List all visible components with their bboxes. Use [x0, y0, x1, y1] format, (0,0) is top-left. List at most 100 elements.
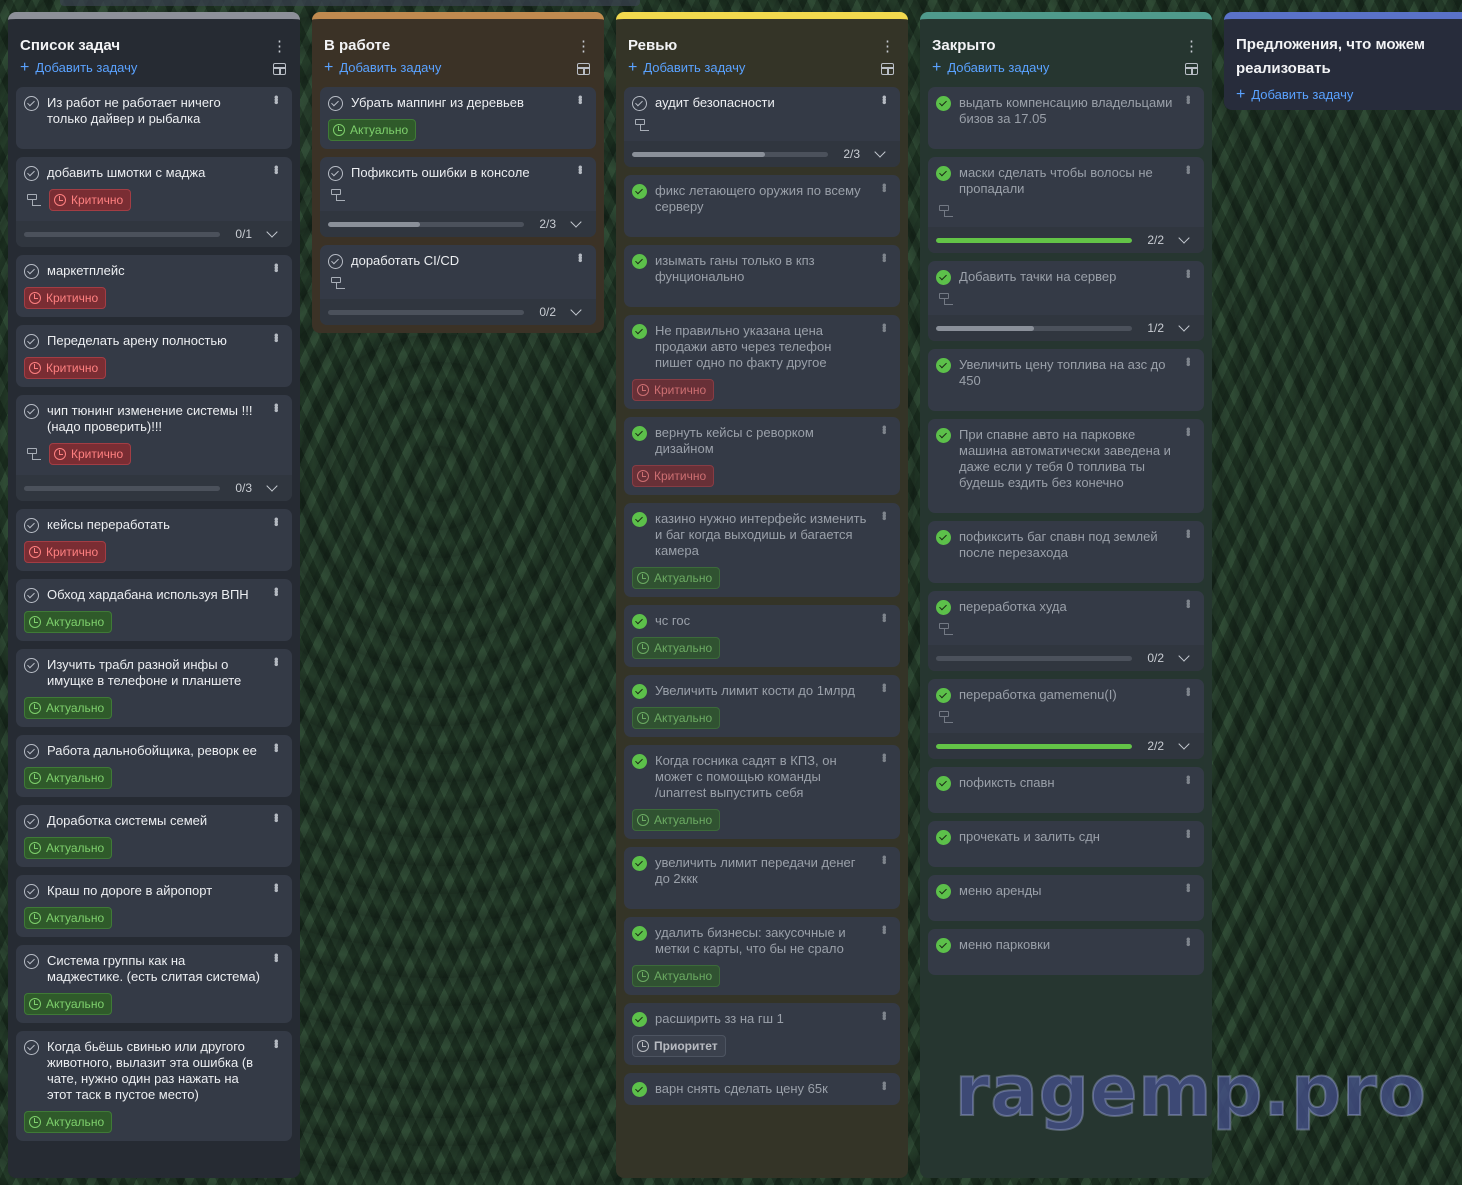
complete-checkbox-icon[interactable] [24, 588, 39, 603]
layout-icon[interactable] [881, 63, 894, 75]
card-menu-icon[interactable]: ••• [1181, 357, 1196, 365]
task-card[interactable]: доработать CI/CD ••• 0/2 [320, 245, 596, 325]
task-card[interactable]: добавить шмотки с маджа ••• Критично 0/1 [16, 157, 292, 247]
chevron-down-icon[interactable] [1178, 738, 1190, 750]
complete-checkbox-icon[interactable] [632, 1082, 647, 1097]
task-card[interactable]: фикс летающего оружия по всему серверу ••… [624, 175, 900, 237]
task-card[interactable]: расширить зз на гш 1 ••• Приоритет [624, 1003, 900, 1065]
card-menu-icon[interactable]: ••• [877, 855, 892, 863]
complete-checkbox-icon[interactable] [328, 166, 343, 181]
priority-badge[interactable]: Актуально [632, 707, 721, 729]
complete-checkbox-icon[interactable] [24, 1040, 39, 1055]
layout-icon[interactable] [273, 63, 286, 75]
task-card[interactable]: меню аренды ••• [928, 875, 1204, 921]
priority-badge[interactable]: Актуально [632, 637, 721, 659]
complete-checkbox-icon[interactable] [936, 938, 951, 953]
card-menu-icon[interactable]: ••• [877, 925, 892, 933]
task-card[interactable]: варн снять сделать цену 65к ••• [624, 1073, 900, 1105]
card-menu-icon[interactable]: ••• [877, 95, 892, 103]
task-card[interactable]: Из работ не работает ничего только дайве… [16, 87, 292, 149]
card-menu-icon[interactable]: ••• [877, 1011, 892, 1019]
priority-badge[interactable]: Актуально [24, 907, 113, 929]
card-menu-icon[interactable]: ••• [269, 95, 284, 103]
task-card[interactable]: переработка gamemenu(I) ••• 2/2 [928, 679, 1204, 759]
task-card[interactable]: пофиксить баг спавн под землей после пер… [928, 521, 1204, 583]
card-menu-icon[interactable]: ••• [573, 253, 588, 261]
task-card[interactable]: Убрать маппинг из деревьев ••• Актуально [320, 87, 596, 149]
priority-badge[interactable]: Актуально [24, 611, 113, 633]
task-card[interactable]: Увеличить лимит кости до 1млрд ••• Актуаль… [624, 675, 900, 737]
card-menu-icon[interactable]: ••• [269, 587, 284, 595]
card-menu-icon[interactable]: ••• [1181, 599, 1196, 607]
task-card[interactable]: аудит безопасности ••• 2/3 [624, 87, 900, 167]
task-card[interactable]: Переделать арену полностью ••• Критично [16, 325, 292, 387]
card-menu-icon[interactable]: ••• [269, 953, 284, 961]
card-menu-icon[interactable]: ••• [269, 743, 284, 751]
card-menu-icon[interactable]: ••• [269, 333, 284, 341]
priority-badge[interactable]: Критично [49, 189, 132, 211]
card-menu-icon[interactable]: ••• [1181, 775, 1196, 783]
complete-checkbox-icon[interactable] [632, 926, 647, 941]
card-menu-icon[interactable]: ••• [1181, 829, 1196, 837]
complete-checkbox-icon[interactable] [936, 166, 951, 181]
card-menu-icon[interactable]: ••• [269, 883, 284, 891]
complete-checkbox-icon[interactable] [936, 358, 951, 373]
task-card[interactable]: Обход хардабана используя ВПН ••• Актуальн… [16, 579, 292, 641]
priority-badge[interactable]: Критично [49, 443, 132, 465]
complete-checkbox-icon[interactable] [936, 830, 951, 845]
priority-badge[interactable]: Критично [632, 379, 715, 401]
complete-checkbox-icon[interactable] [632, 1012, 647, 1027]
task-card[interactable]: пофикcть спавн ••• [928, 767, 1204, 813]
priority-badge[interactable]: Критично [632, 465, 715, 487]
priority-badge[interactable]: Актуально [632, 809, 721, 831]
add-task-button[interactable]: + Добавить задачу [20, 60, 290, 76]
complete-checkbox-icon[interactable] [24, 404, 39, 419]
add-task-button[interactable]: + Добавить задачу [628, 60, 898, 76]
task-card[interactable]: прочекать и залить сдн ••• [928, 821, 1204, 867]
card-menu-icon[interactable]: ••• [269, 657, 284, 665]
card-menu-icon[interactable]: ••• [877, 683, 892, 691]
priority-badge[interactable]: Актуально [24, 697, 113, 719]
complete-checkbox-icon[interactable] [24, 96, 39, 111]
complete-checkbox-icon[interactable] [632, 754, 647, 769]
complete-checkbox-icon[interactable] [632, 254, 647, 269]
task-card[interactable]: При спавне авто на парковке машина автом… [928, 419, 1204, 513]
card-menu-icon[interactable]: ••• [1181, 165, 1196, 173]
complete-checkbox-icon[interactable] [24, 744, 39, 759]
priority-badge[interactable]: Актуально [328, 119, 417, 141]
complete-checkbox-icon[interactable] [936, 884, 951, 899]
complete-checkbox-icon[interactable] [24, 954, 39, 969]
complete-checkbox-icon[interactable] [936, 428, 951, 443]
card-menu-icon[interactable]: ••• [269, 517, 284, 525]
complete-checkbox-icon[interactable] [632, 324, 647, 339]
complete-checkbox-icon[interactable] [936, 270, 951, 285]
card-menu-icon[interactable]: ••• [877, 183, 892, 191]
card-menu-icon[interactable]: ••• [269, 1039, 284, 1047]
top-scrollbar[interactable] [60, 0, 640, 6]
chevron-down-icon[interactable] [266, 480, 278, 492]
priority-badge[interactable]: Актуально [24, 837, 113, 859]
task-card[interactable]: Добавить тачки на сервер ••• 1/2 [928, 261, 1204, 341]
card-menu-icon[interactable]: ••• [1181, 95, 1196, 103]
task-card[interactable]: удалить бизнесы: закусочные и метки с ка… [624, 917, 900, 995]
task-card[interactable]: выдать компенсацию владельцами бизов за … [928, 87, 1204, 149]
add-task-button[interactable]: + Добавить задачу [1236, 87, 1462, 103]
card-menu-icon[interactable]: ••• [269, 165, 284, 173]
column-menu-icon[interactable]: ⋮ [880, 37, 895, 55]
complete-checkbox-icon[interactable] [24, 518, 39, 533]
complete-checkbox-icon[interactable] [936, 530, 951, 545]
task-card[interactable]: маски сделать чтобы волосы не пропадали •… [928, 157, 1204, 253]
card-menu-icon[interactable]: ••• [877, 511, 892, 519]
priority-badge[interactable]: Приоритет [632, 1035, 726, 1057]
card-menu-icon[interactable]: ••• [877, 613, 892, 621]
priority-badge[interactable]: Актуально [24, 767, 113, 789]
complete-checkbox-icon[interactable] [24, 884, 39, 899]
chevron-down-icon[interactable] [1178, 650, 1190, 662]
complete-checkbox-icon[interactable] [632, 512, 647, 527]
task-card[interactable]: вернуть кейсы с реворком дизайном ••• Крит… [624, 417, 900, 495]
card-menu-icon[interactable]: ••• [1181, 883, 1196, 891]
priority-badge[interactable]: Критично [24, 541, 107, 563]
chevron-down-icon[interactable] [570, 216, 582, 228]
priority-badge[interactable]: Критично [24, 287, 107, 309]
layout-icon[interactable] [1185, 63, 1198, 75]
